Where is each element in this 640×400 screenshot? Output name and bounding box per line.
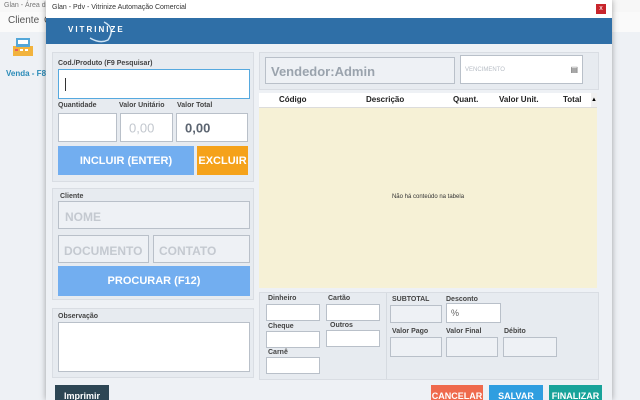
document-placeholder: DOCUMENTO <box>64 244 143 258</box>
quantity-input[interactable] <box>58 113 117 142</box>
print-button[interactable]: Imprimir <box>55 385 109 400</box>
total-value: 0,00 <box>185 120 211 135</box>
column-quantity[interactable]: Quant. <box>453 95 478 104</box>
items-table-header: Código Descrição Quant. Valor Unit. Tota… <box>259 93 597 108</box>
observation-panel: Observação <box>52 308 254 378</box>
others-input[interactable] <box>326 330 380 347</box>
column-code[interactable]: Código <box>279 95 307 104</box>
percent-suffix: % <box>451 308 460 318</box>
logo-text: VITRINIZE <box>68 25 125 34</box>
client-panel: Cliente NOME DOCUMENTO CONTATO PROCURAR … <box>52 188 254 300</box>
others-label: Outros <box>330 322 353 329</box>
text-cursor <box>65 78 66 91</box>
venda-shortcut[interactable]: Venda - F8 <box>4 34 47 82</box>
window-titlebar: Glan - Pdv - Vitrinize Automação Comerci… <box>46 0 612 19</box>
name-placeholder: NOME <box>65 210 101 224</box>
window-title: Glan - Pdv - Vitrinize Automação Comerci… <box>52 4 187 11</box>
subtotal-label: SUBTOTAL <box>392 296 430 303</box>
check-input[interactable] <box>266 331 320 348</box>
payment-panel: Dinheiro Cartão Cheque Outros Carnê SUBT… <box>259 292 599 380</box>
booklet-input[interactable] <box>266 357 320 374</box>
items-table-body: Não há conteúdo na tabela <box>259 108 597 288</box>
empty-table-message: Não há conteúdo na tabela <box>391 194 465 200</box>
product-panel: Cod./Produto (F9 Pesquisar) Quantidade V… <box>52 52 254 182</box>
contact-placeholder: CONTATO <box>159 244 217 258</box>
cash-input[interactable] <box>266 304 320 321</box>
contact-input[interactable]: CONTATO <box>153 235 250 263</box>
table-scroll-up-icon[interactable]: ▲ <box>591 93 597 107</box>
finish-button[interactable]: FINALIZAR <box>549 385 602 400</box>
save-button[interactable]: SALVAR <box>489 385 543 400</box>
observation-label: Observação <box>58 313 99 320</box>
column-unit-value[interactable]: Valor Unit. <box>499 95 539 104</box>
search-client-button[interactable]: PROCURAR (F12) <box>58 266 250 296</box>
final-value-label: Valor Final <box>446 328 482 335</box>
column-description[interactable]: Descrição <box>366 95 404 104</box>
venda-label: Venda - F8 <box>6 69 47 78</box>
amount-paid-field <box>390 337 442 357</box>
header-banner: VITRINIZE <box>46 18 612 44</box>
debit-field <box>503 337 557 357</box>
booklet-label: Carnê <box>268 349 288 356</box>
amount-paid-label: Valor Pago <box>392 328 429 335</box>
cash-register-icon <box>13 38 33 56</box>
due-date-input[interactable]: VENCIMENTO ▤ <box>460 55 583 84</box>
payment-divider <box>386 293 387 379</box>
client-name-input[interactable]: NOME <box>58 201 250 229</box>
seller-field: Vendedor:Admin <box>265 57 455 84</box>
calendar-icon[interactable]: ▤ <box>570 65 578 74</box>
discount-input[interactable]: % <box>446 303 501 323</box>
final-value-field <box>446 337 498 357</box>
cash-label: Dinheiro <box>268 295 297 302</box>
document-input[interactable]: DOCUMENTO <box>58 235 149 263</box>
exclude-button[interactable]: EXCLUIR <box>197 146 248 175</box>
unit-price-label: Valor Unitário <box>119 102 165 109</box>
seller-text: Vendedor:Admin <box>271 64 376 79</box>
card-input[interactable] <box>326 304 380 321</box>
check-label: Cheque <box>268 323 294 330</box>
total-input: 0,00 <box>176 113 248 142</box>
card-label: Cartão <box>328 295 351 302</box>
client-label: Cliente <box>60 193 84 200</box>
quantity-label: Quantidade <box>58 102 97 109</box>
column-total[interactable]: Total <box>563 95 582 104</box>
pdv-window: Glan - Pdv - Vitrinize Automação Comerci… <box>46 0 612 400</box>
subtotal-field <box>390 305 442 323</box>
menu-item-cliente[interactable]: Cliente <box>8 15 39 26</box>
observation-input[interactable] <box>58 322 250 372</box>
close-button[interactable]: x <box>596 4 606 14</box>
total-label: Valor Total <box>177 102 213 109</box>
unit-price-input[interactable]: 0,00 <box>120 113 173 142</box>
debit-label: Débito <box>504 328 526 335</box>
seller-panel: Vendedor:Admin VENCIMENTO ▤ <box>259 52 599 90</box>
due-date-placeholder: VENCIMENTO <box>465 67 505 73</box>
code-label: Cod./Produto (F9 Pesquisar) <box>58 60 153 67</box>
unit-price-value: 0,00 <box>129 120 155 135</box>
cancel-button[interactable]: CANCELAR <box>431 385 483 400</box>
include-button[interactable]: INCLUIR (ENTER) <box>58 146 194 175</box>
discount-label: Desconto <box>446 296 478 303</box>
product-code-input[interactable] <box>58 69 250 99</box>
